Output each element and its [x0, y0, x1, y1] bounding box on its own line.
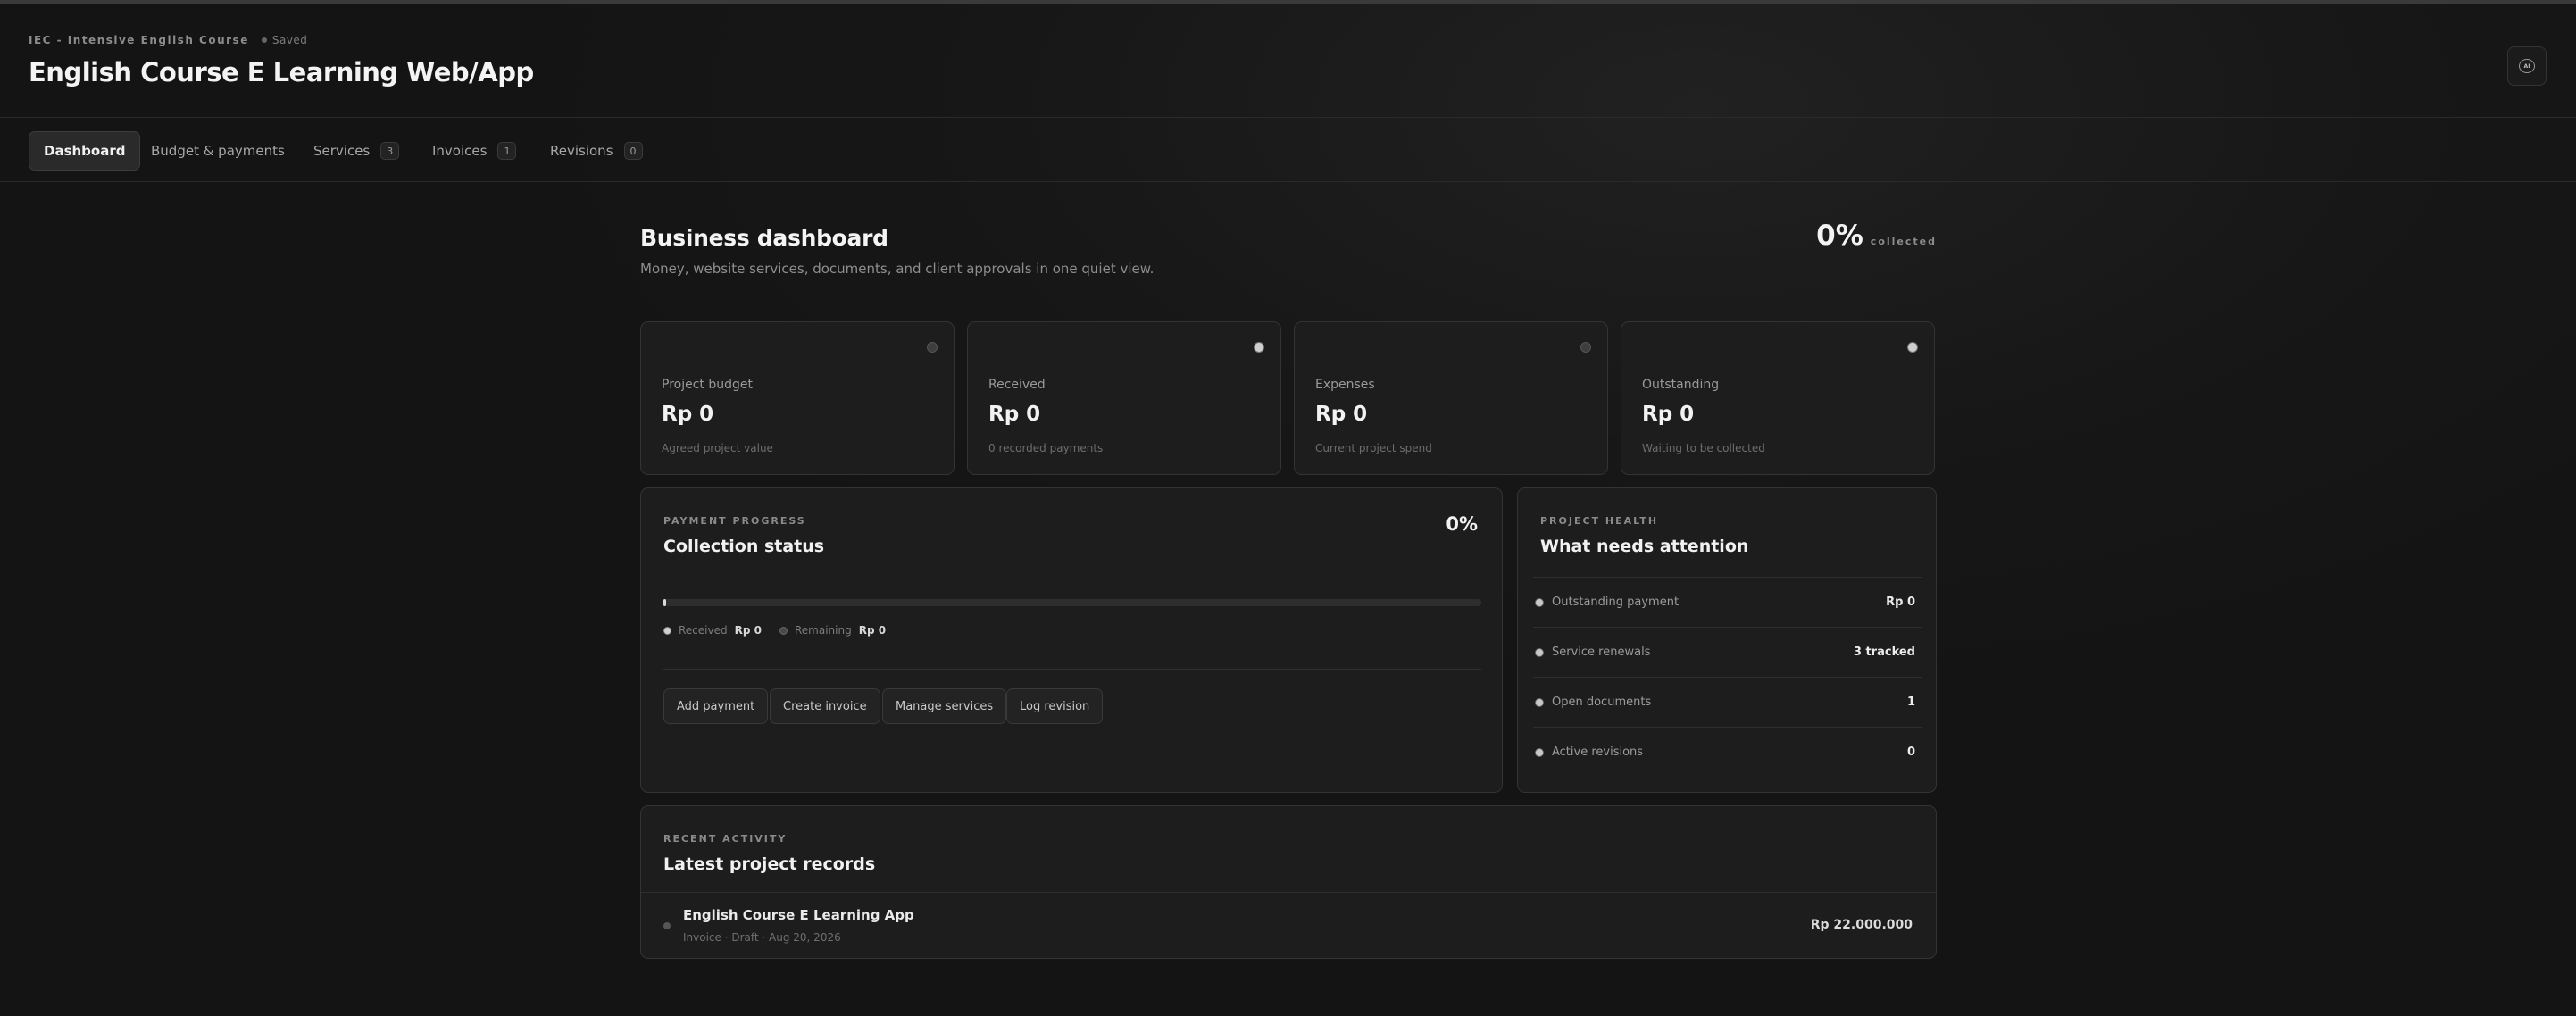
- stat-value: Rp 0: [1642, 403, 1695, 426]
- stat-label: Received: [988, 378, 1046, 392]
- stat-note: Current project spend: [1315, 442, 1432, 454]
- collection-progress-fill: [663, 599, 666, 606]
- status-dot-icon: [1535, 597, 1544, 607]
- stat-note: Agreed project value: [662, 442, 773, 454]
- stat-note: 0 recorded payments: [988, 442, 1104, 454]
- legend-value: Rp 0: [734, 624, 762, 637]
- legend-label: Remaining: [795, 624, 852, 637]
- stat-card-received: Received Rp 0 0 recorded payments: [967, 321, 1281, 475]
- health-row-outstanding-payment: Outstanding payment Rp 0: [1533, 577, 1922, 627]
- revisions-count-badge: 0: [623, 142, 643, 160]
- stat-note: Waiting to be collected: [1642, 442, 1765, 454]
- tab-budget-payments[interactable]: Budget & payments: [137, 131, 299, 171]
- stat-card-expenses: Expenses Rp 0 Current project spend: [1294, 321, 1608, 475]
- activity-title: English Course E Learning App: [683, 907, 914, 923]
- ai-chat-icon: AI: [2519, 59, 2535, 73]
- dashboard-subtitle: Money, website services, documents, and …: [640, 261, 1155, 277]
- status-dot-icon: [1254, 342, 1264, 353]
- services-count-badge: 3: [380, 142, 400, 160]
- health-row-active-revisions: Active revisions 0: [1533, 727, 1922, 777]
- tab-dashboard[interactable]: Dashboard: [29, 131, 141, 171]
- stat-value: Rp 0: [662, 403, 714, 426]
- tab-label: Invoices: [432, 143, 488, 159]
- tab-revisions[interactable]: Revisions 0: [536, 131, 657, 171]
- manage-services-button[interactable]: Manage services: [882, 688, 1007, 724]
- legend-value: Rp 0: [858, 624, 887, 637]
- legend-label: Received: [679, 624, 728, 637]
- status-dot-icon: [1907, 342, 1918, 353]
- create-invoice-button[interactable]: Create invoice: [770, 688, 880, 724]
- stat-card-outstanding: Outstanding Rp 0 Waiting to be collected: [1621, 321, 1935, 475]
- health-value: 3 tracked: [1853, 645, 1915, 659]
- payment-percent: 0%: [1446, 513, 1478, 535]
- collected-percent: 0%: [1816, 220, 1863, 252]
- health-label: Outstanding payment: [1552, 595, 1680, 609]
- project-health-card: PROJECT HEALTH What needs attention Outs…: [1517, 487, 1937, 793]
- recent-activity-card: RECENT ACTIVITY Latest project records E…: [640, 805, 1937, 959]
- stat-label: Project budget: [662, 378, 753, 392]
- tab-services[interactable]: Services 3: [299, 131, 413, 171]
- save-status-label: Saved: [271, 34, 308, 46]
- status-dot-icon: [1535, 697, 1544, 707]
- health-label: Open documents: [1552, 695, 1652, 709]
- tab-label: Revisions: [550, 143, 613, 159]
- ai-assistant-button[interactable]: AI: [2507, 46, 2547, 86]
- stat-value: Rp 0: [1315, 403, 1368, 426]
- section-title: What needs attention: [1540, 537, 1749, 556]
- remaining-dot-icon: [779, 626, 788, 635]
- health-value: 1: [1906, 695, 1915, 709]
- health-label: Active revisions: [1552, 745, 1644, 759]
- activity-amount: Rp 22.000.000: [1810, 918, 1913, 932]
- status-dot-icon: [1535, 747, 1544, 757]
- stat-card-project-budget: Project budget Rp 0 Agreed project value: [640, 321, 955, 475]
- legend-received: Received Rp 0: [663, 624, 762, 637]
- divider: [663, 669, 1481, 670]
- section-title: Latest project records: [663, 854, 876, 874]
- tab-invoices[interactable]: Invoices 1: [418, 131, 530, 171]
- legend-remaining: Remaining Rp 0: [779, 624, 886, 637]
- payment-progress-card: PAYMENT PROGRESS Collection status 0% Re…: [640, 487, 1503, 793]
- health-row-service-renewals: Service renewals 3 tracked: [1533, 627, 1922, 677]
- collected-label: collected: [1870, 236, 1937, 247]
- stat-value: Rp 0: [988, 403, 1041, 426]
- collected-summary: 0% collected: [1816, 220, 1937, 252]
- collection-progress-bar: [663, 599, 1481, 606]
- status-dot-icon: [927, 342, 938, 353]
- tab-label: Budget & payments: [151, 143, 285, 159]
- health-row-open-documents: Open documents 1: [1533, 677, 1922, 727]
- save-status: Saved: [261, 34, 308, 46]
- activity-dot-icon: [663, 922, 671, 929]
- section-kicker: PAYMENT PROGRESS: [663, 515, 806, 527]
- activity-item[interactable]: English Course E Learning App Invoice · …: [641, 892, 1936, 958]
- section-kicker: PROJECT HEALTH: [1540, 515, 1659, 527]
- health-value: 0: [1906, 745, 1915, 759]
- section-title: Collection status: [663, 537, 825, 556]
- page-header: IEC - Intensive English Course Saved Eng…: [0, 4, 2576, 118]
- activity-meta: Invoice · Draft · Aug 20, 2026: [683, 931, 841, 944]
- saved-dot-icon: [261, 37, 267, 43]
- status-dot-icon: [1535, 647, 1544, 657]
- tab-bar: Dashboard Budget & payments Services 3 I…: [0, 118, 2576, 182]
- health-label: Service renewals: [1552, 645, 1651, 659]
- status-dot-icon: [1580, 342, 1591, 353]
- project-kicker: IEC - Intensive English Course Saved: [29, 34, 307, 46]
- client-name: IEC - Intensive English Course: [29, 34, 249, 46]
- stat-label: Outstanding: [1642, 378, 1720, 392]
- received-dot-icon: [663, 626, 671, 635]
- tab-label: Services: [313, 143, 371, 159]
- log-revision-button[interactable]: Log revision: [1006, 688, 1104, 724]
- invoices-count-badge: 1: [497, 142, 517, 160]
- health-value: Rp 0: [1886, 595, 1915, 609]
- add-payment-button[interactable]: Add payment: [663, 688, 769, 724]
- tab-label: Dashboard: [44, 143, 126, 159]
- page-title: English Course E Learning Web/App: [29, 57, 534, 87]
- stat-label: Expenses: [1315, 378, 1375, 392]
- section-kicker: RECENT ACTIVITY: [663, 833, 788, 845]
- dashboard-title: Business dashboard: [640, 225, 888, 251]
